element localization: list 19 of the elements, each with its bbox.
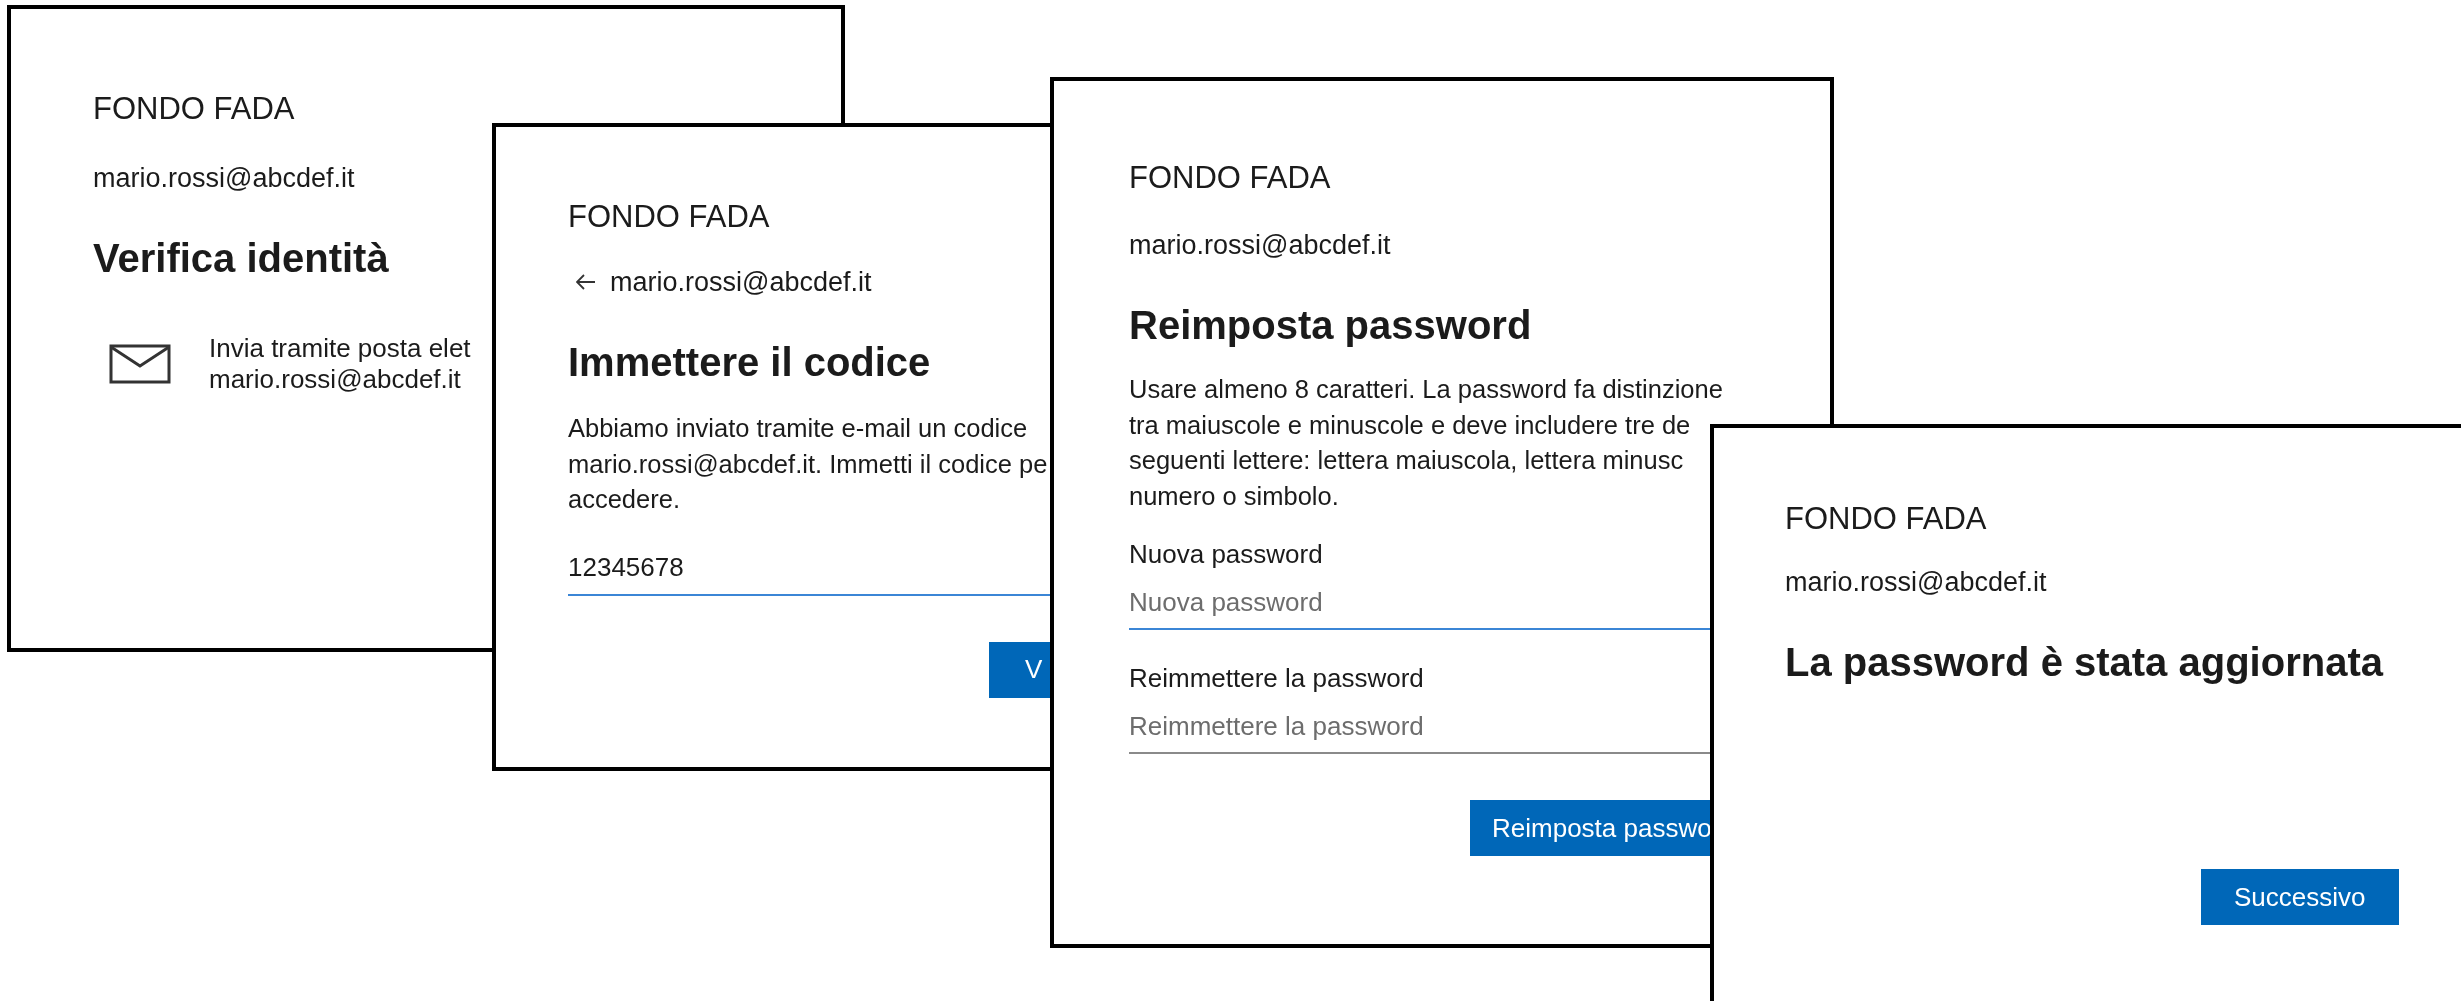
account-email: mario.rossi@abcdef.it	[1129, 229, 1391, 262]
submit-button[interactable]: Successivo	[2201, 869, 2399, 925]
dialog-heading: Verifica identità	[93, 235, 389, 282]
account-email: mario.rossi@abcdef.it	[93, 162, 355, 195]
envelope-icon	[109, 344, 171, 384]
password-field[interactable]: Reimmettere la password	[1129, 700, 1790, 754]
verification-option[interactable]: Invia tramite posta elet mario.rossi@abcdef.it	[209, 333, 471, 395]
instruction-text: Usare almeno 8 caratteri. La password fa distinzione tra maiuscole e minuscole e deve includere tre de seguenti lettere: lettera maiuscola, lettera minusc numero o simbolo.	[1129, 374, 1723, 512]
dialog-heading: La password è stata aggiornata	[1785, 639, 2383, 686]
brand-name: FONDO FADA	[568, 199, 770, 235]
dialog-heading: Reimposta password	[1129, 302, 1532, 349]
instruction-text: Abbiamo inviato tramite e-mail un codice mario.rossi@abcdef.it. Immetti il codice pe accedere.	[568, 413, 1048, 515]
brand-name: FONDO FADA	[1785, 501, 1987, 537]
back-arrow-icon[interactable]	[576, 274, 596, 290]
dialog-heading: Immettere il codice	[568, 339, 931, 386]
brand-name: FONDO FADA	[1129, 160, 1331, 196]
account-email: mario.rossi@abcdef.it	[610, 266, 872, 299]
brand-name: FONDO FADA	[93, 91, 295, 127]
field-label: Reimmettere la password	[1129, 662, 1424, 695]
